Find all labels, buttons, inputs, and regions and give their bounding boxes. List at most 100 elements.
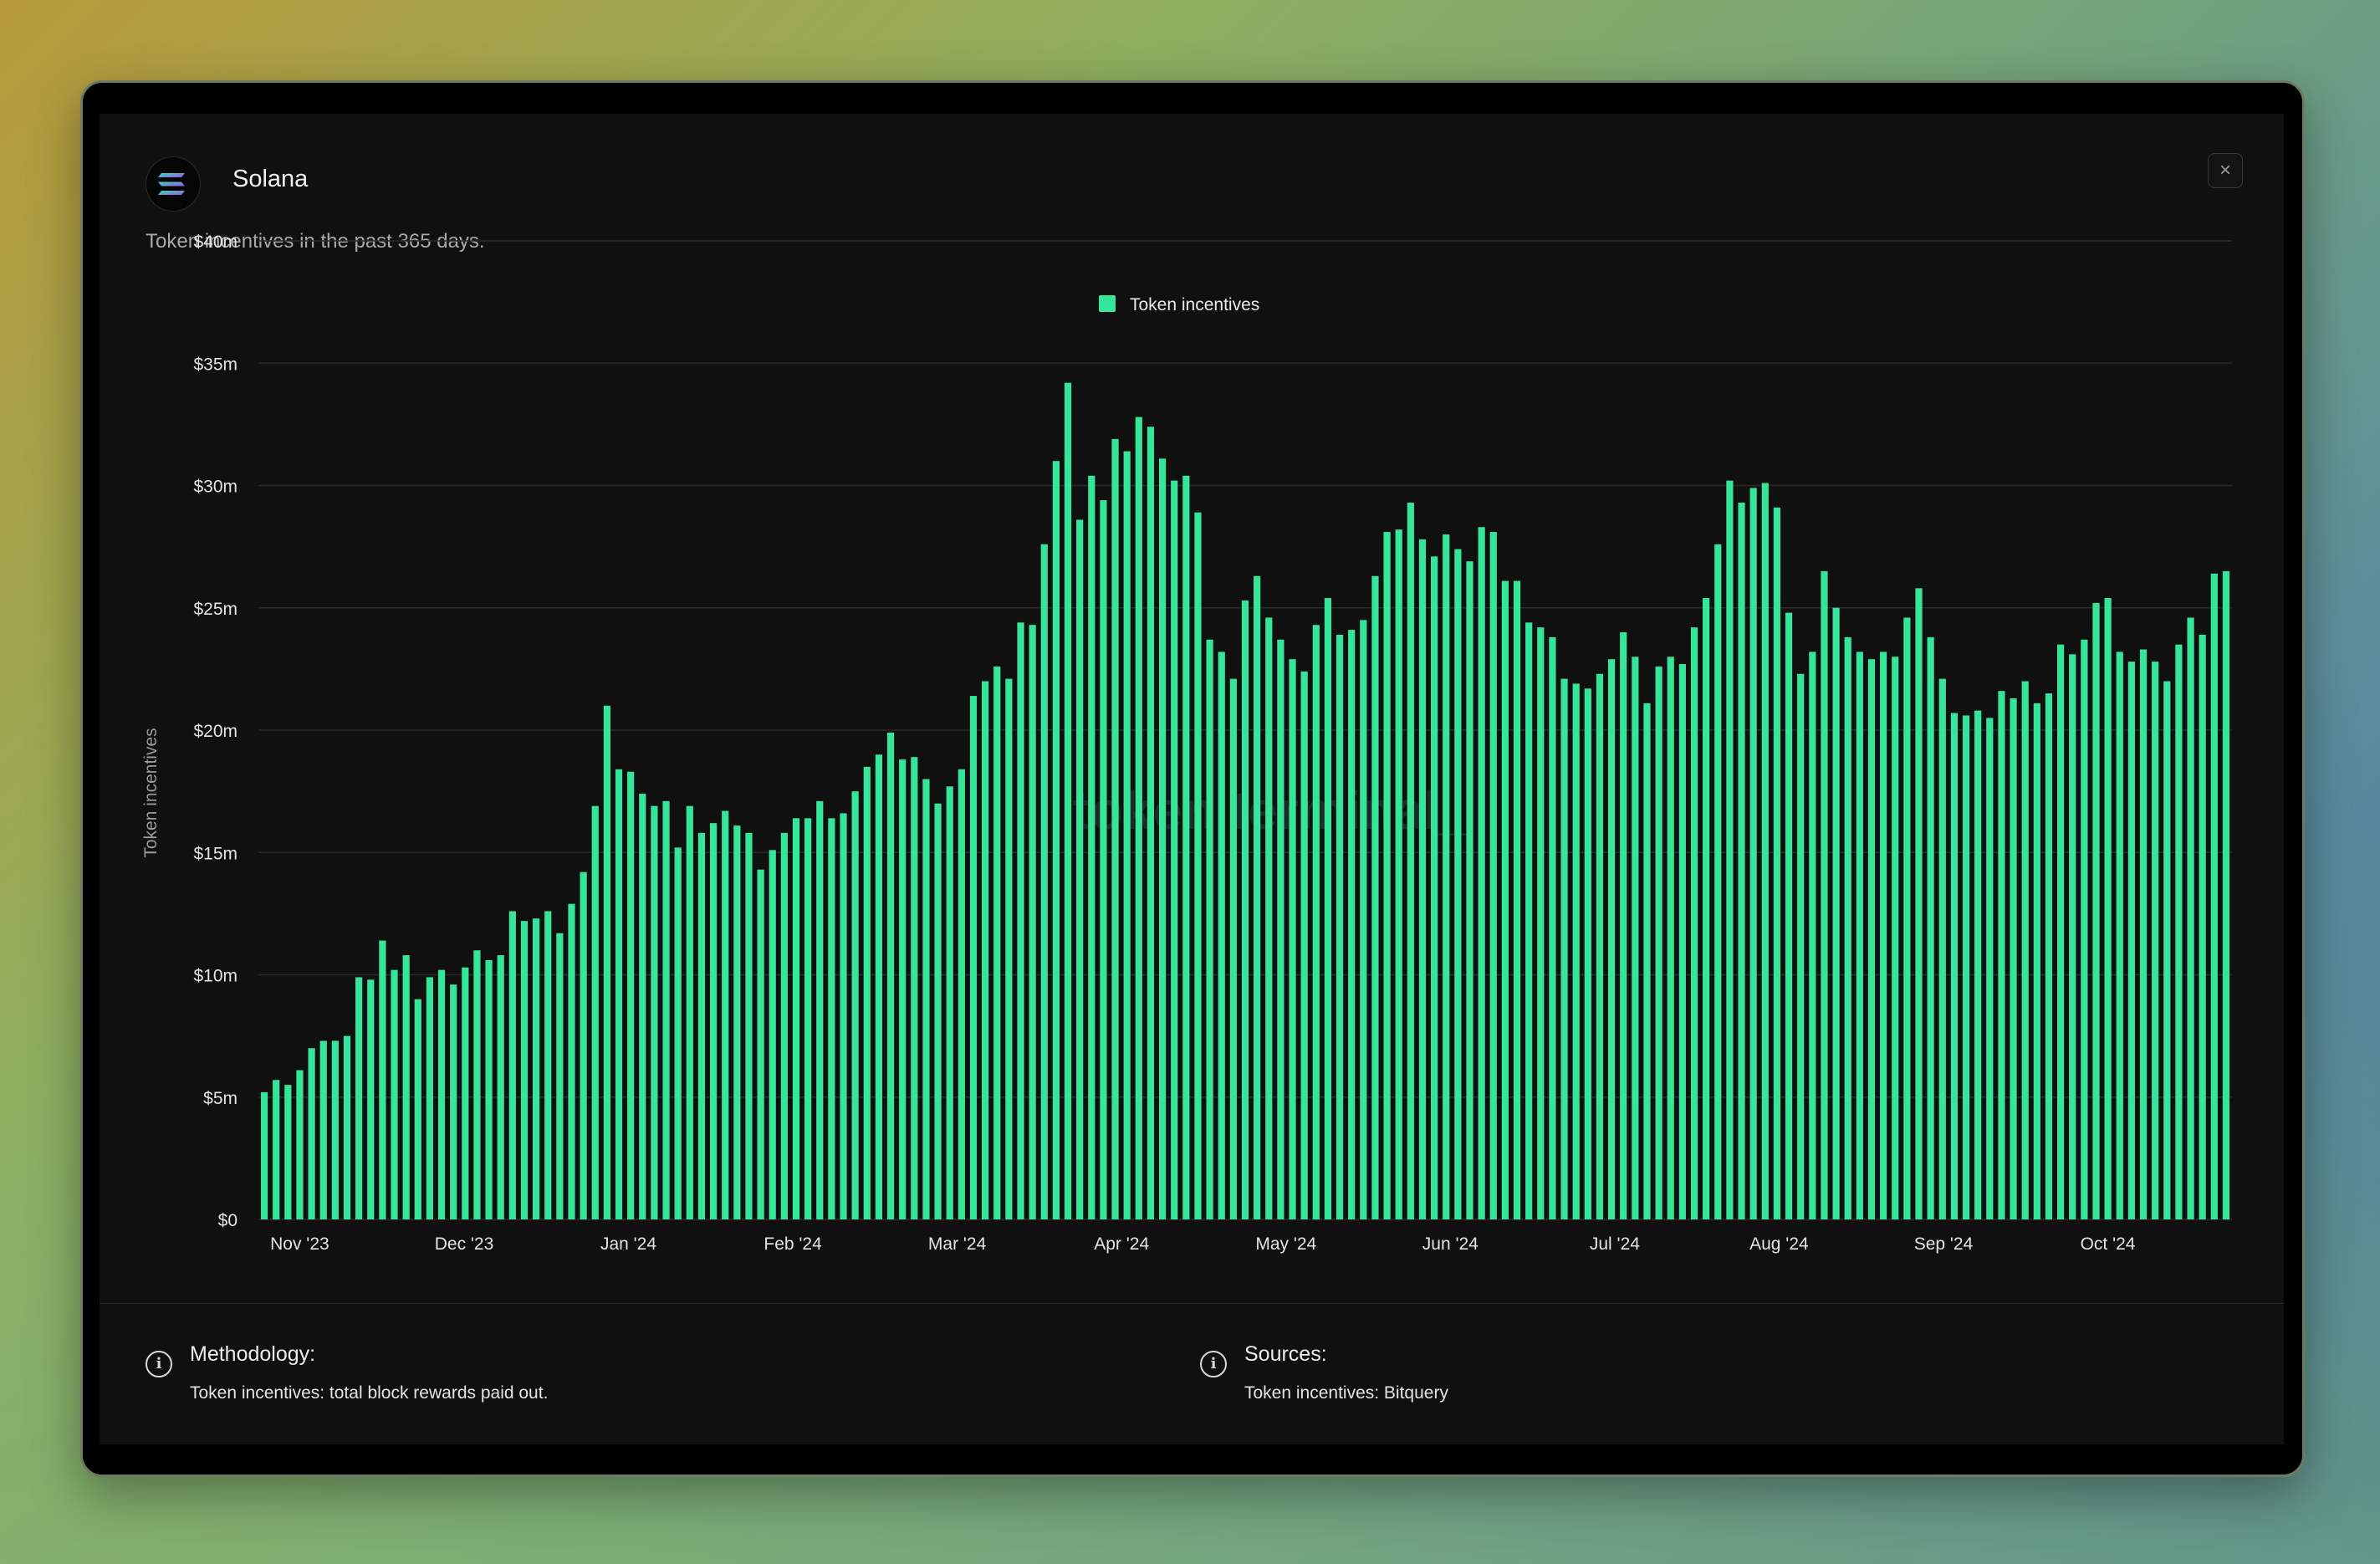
bar (2045, 693, 2053, 1220)
bar (886, 732, 895, 1219)
bar (1880, 652, 1887, 1219)
bar (2010, 698, 2017, 1219)
bar (828, 818, 835, 1219)
x-tick-label: Apr '24 (1094, 1234, 1149, 1254)
chart-modal: Solana Token incentives in the past 365 … (100, 114, 2284, 1444)
bar (1643, 703, 1651, 1219)
bar (533, 918, 540, 1219)
bar (1277, 639, 1284, 1219)
bar (1537, 627, 1545, 1219)
bar (2199, 634, 2206, 1219)
bar (2033, 703, 2040, 1219)
bar (851, 791, 859, 1220)
bar (1336, 634, 1344, 1219)
x-tick-label: Aug '24 (1749, 1234, 1809, 1254)
y-tick-label: $5m (203, 1089, 237, 1108)
bar (1513, 580, 1521, 1219)
bar (355, 977, 363, 1219)
bar (1171, 480, 1178, 1219)
bar (875, 754, 883, 1219)
bar (639, 794, 646, 1219)
bar (1584, 688, 1591, 1219)
bar (1749, 488, 1757, 1219)
bar (544, 911, 552, 1219)
bar (804, 818, 812, 1219)
bar (1029, 625, 1036, 1219)
bar (1348, 630, 1356, 1219)
bar (402, 955, 410, 1219)
bar (1809, 652, 1816, 1219)
bar (603, 705, 610, 1219)
bar (958, 769, 965, 1219)
bar (414, 999, 421, 1219)
bar (1703, 598, 1710, 1219)
bar (1572, 683, 1580, 1219)
bar (1194, 512, 1202, 1219)
bar (1690, 627, 1698, 1219)
y-tick-label: $15m (193, 844, 237, 863)
x-axis-ticks: Nov '23 Dec '23 Jan '24 Feb '24 Mar '24 Apr '… (270, 1234, 2136, 1254)
bar (437, 969, 446, 1219)
bar (1005, 678, 1013, 1219)
bar (1454, 549, 1462, 1219)
y-tick-label: $20m (193, 722, 237, 741)
y-tick-label: $40m (193, 233, 237, 252)
chart-legend[interactable]: Token incentives (1099, 295, 1259, 314)
bar (1667, 657, 1674, 1219)
x-tick-label: May '24 (1255, 1234, 1316, 1254)
bar (1986, 718, 1994, 1220)
x-tick-label: Jun '24 (1422, 1234, 1479, 1254)
bar (697, 832, 706, 1219)
bar (946, 786, 953, 1219)
y-tick-label: $25m (193, 600, 237, 619)
bar (426, 977, 434, 1219)
bar (1927, 636, 1934, 1219)
bar (934, 803, 942, 1219)
bar (840, 813, 847, 1219)
bar (1714, 544, 1722, 1219)
bar (2021, 681, 2029, 1219)
info-icon: i (1200, 1351, 1227, 1377)
y-tick-label: $35m (193, 355, 237, 374)
methodology-text: Token incentives: total block rewards pa… (190, 1383, 549, 1403)
bar (319, 1040, 327, 1219)
x-tick-label: Feb '24 (764, 1234, 822, 1254)
bar (1738, 502, 1745, 1219)
bar (2175, 644, 2183, 1220)
bar (1761, 483, 1769, 1219)
bar (1962, 715, 1970, 1219)
bar (1596, 673, 1604, 1219)
bar (473, 950, 481, 1219)
bar (1383, 532, 1391, 1219)
info-icon: i (146, 1351, 172, 1377)
bar (1135, 417, 1142, 1220)
bar (2163, 681, 2171, 1219)
bar (1773, 507, 1781, 1219)
bar (993, 666, 1001, 1219)
bar (1821, 570, 1828, 1220)
bar (485, 959, 493, 1219)
bar (745, 832, 753, 1219)
bar (2187, 617, 2194, 1219)
bar (1892, 657, 1899, 1219)
sources-text: Token incentives: Bitquery (1244, 1383, 1448, 1403)
bar (1360, 620, 1367, 1220)
bar (1903, 617, 1911, 1219)
bar (1052, 461, 1060, 1219)
bar (899, 759, 907, 1219)
y-tick-label: $0 (218, 1211, 237, 1230)
bar (1040, 544, 1048, 1219)
bar (1655, 666, 1662, 1219)
bar (1265, 617, 1273, 1219)
bar (1017, 622, 1024, 1219)
bar (792, 818, 800, 1219)
bar (2092, 602, 2100, 1219)
y-axis-ticks: $0 $5m $10m $15m $20m $25m $30m $35m $40m (193, 233, 237, 1230)
bar (1431, 556, 1438, 1219)
bar (2056, 644, 2065, 1220)
bar (1560, 678, 1568, 1219)
bar (1182, 475, 1190, 1219)
x-tick-label: Nov '23 (270, 1234, 329, 1254)
bar (1525, 622, 1533, 1219)
bar (391, 969, 398, 1219)
